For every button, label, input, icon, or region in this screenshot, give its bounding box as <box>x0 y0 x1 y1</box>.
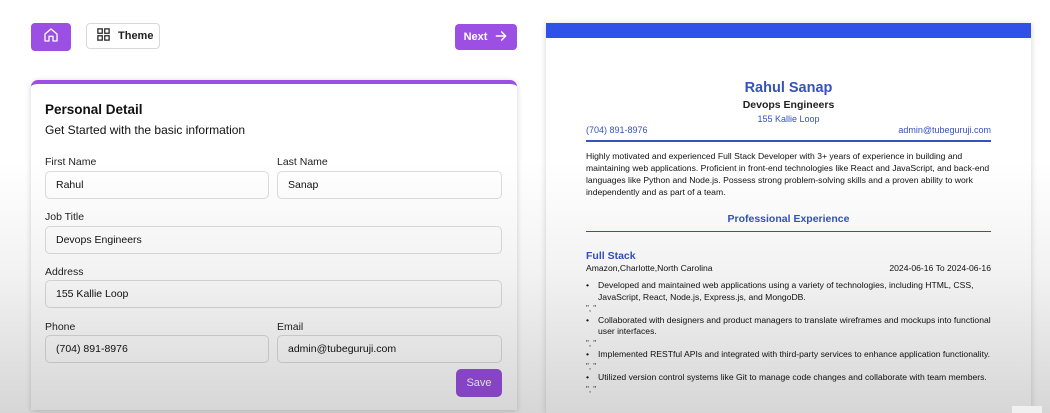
job-title-input[interactable]: Devops Engineers <box>45 226 502 254</box>
section-title-experience: Professional Experience <box>727 213 850 225</box>
bullet-text: Utilized version control systems like Gi… <box>598 372 987 382</box>
list-item: • Collaborated with designers and produc… <box>586 315 991 338</box>
list-item: • Developed and maintained web applicati… <box>586 280 991 303</box>
email-input[interactable]: admin@tubeguruji.com <box>277 335 502 363</box>
resume-phone: (704) 891-8976 <box>586 125 648 135</box>
personal-detail-form: Personal Detail Get Started with the bas… <box>31 80 517 410</box>
bullet-text: Developed and maintained web application… <box>598 280 974 302</box>
resume-summary: Highly motivated and experienced Full St… <box>586 151 990 197</box>
first-name-label: First Name <box>45 156 97 168</box>
list-item: • Utilized version control systems like … <box>586 372 991 384</box>
next-label: Next <box>463 31 488 43</box>
grid-icon <box>96 27 111 45</box>
theme-button[interactable]: Theme <box>86 23 160 49</box>
save-button[interactable]: Save <box>456 369 502 397</box>
resume-divider <box>586 140 991 142</box>
list-item: • Implemented RESTful APIs and integrate… <box>586 349 991 361</box>
last-name-label: Last Name <box>277 156 328 168</box>
home-icon <box>43 27 59 48</box>
form-subtitle: Get Started with the basic information <box>45 123 246 137</box>
section-divider <box>586 231 991 232</box>
bullet-marker: • <box>586 372 590 382</box>
resume-email: admin@tubeguruji.com <box>898 125 991 135</box>
bullet-separator: ", " <box>586 384 597 394</box>
last-name-input[interactable]: Sanap <box>277 171 502 199</box>
home-button[interactable] <box>31 23 71 51</box>
phone-input[interactable]: (704) 891-8976 <box>45 335 269 363</box>
experience-bullets: • Developed and maintained web applicati… <box>586 280 991 395</box>
arrow-right-icon <box>494 29 508 46</box>
experience-company: Amazon,Charlotte,North Carolina <box>586 263 713 273</box>
resume-name: Rahul Sanap <box>744 80 833 96</box>
resume-preview: Rahul Sanap Devops Engineers 155 Kallie … <box>546 23 1031 413</box>
resume-job-title: Devops Engineers <box>742 99 835 111</box>
bullet-marker: • <box>586 280 590 290</box>
experience-title: Full Stack <box>586 250 636 262</box>
corner-overlay <box>1012 406 1042 413</box>
email-label: Email <box>277 321 304 333</box>
experience-dates: 2024-06-16 To 2024-06-16 <box>889 263 991 273</box>
resume-address: 155 Kallie Loop <box>757 114 820 124</box>
bullet-text: Implemented RESTful APIs and integrated … <box>598 349 991 359</box>
bullet-separator: ", " <box>586 304 597 313</box>
phone-label: Phone <box>45 321 76 333</box>
form-title: Personal Detail <box>45 102 143 117</box>
next-button[interactable]: Next <box>455 24 517 50</box>
bullet-separator: ", " <box>586 361 597 371</box>
job-title-label: Job Title <box>45 211 85 223</box>
bullet-separator: ", " <box>586 338 597 348</box>
address-input[interactable]: 155 Kallie Loop <box>45 280 502 308</box>
theme-label: Theme <box>118 30 154 42</box>
first-name-input[interactable]: Rahul <box>45 171 269 199</box>
bullet-marker: • <box>586 349 590 359</box>
address-label: Address <box>45 266 84 278</box>
bullet-marker: • <box>586 314 590 325</box>
bullet-text: Collaborated with designers and product … <box>598 314 991 337</box>
